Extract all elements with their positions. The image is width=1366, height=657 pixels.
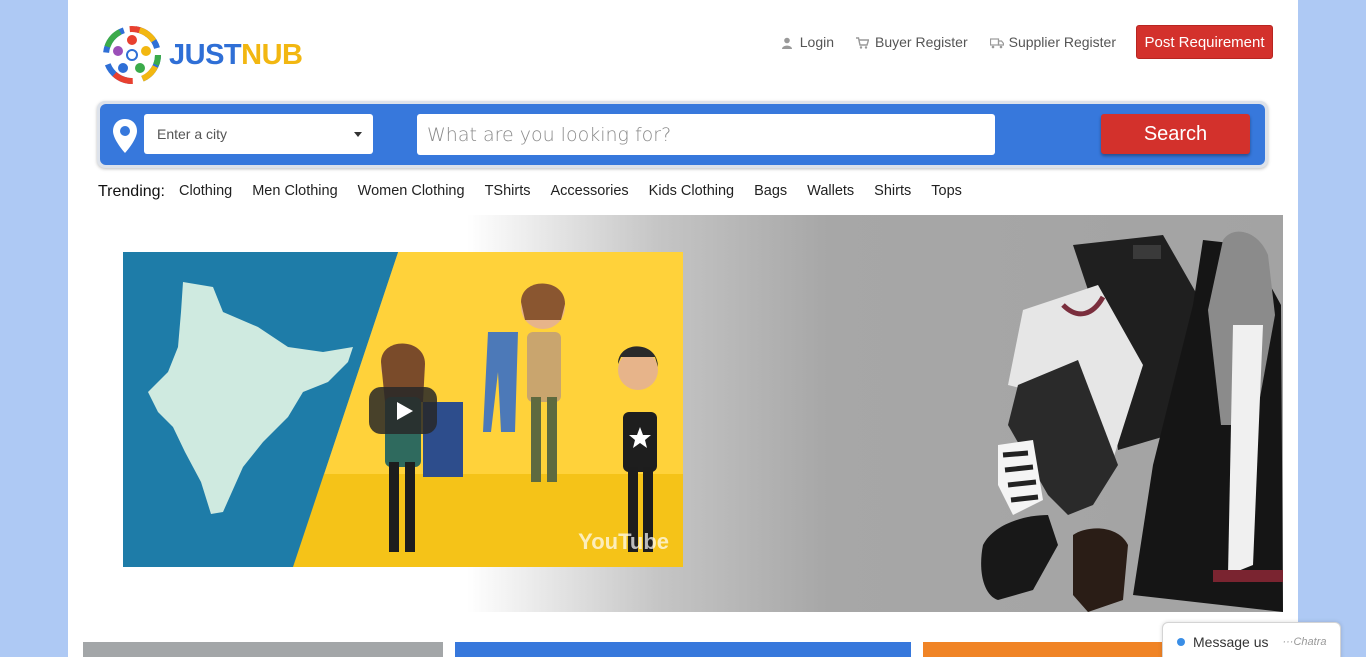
city-select-placeholder: Enter a city (157, 126, 228, 142)
login-label: Login (799, 34, 835, 50)
supplier-register-link[interactable]: Supplier Register (989, 34, 1116, 50)
search-bar: Enter a city What are you looking for? S… (100, 104, 1265, 165)
truck-icon (989, 36, 1004, 49)
youtube-watermark: YouTube (578, 529, 669, 554)
trending-bar: Trending: Clothing Men Clothing Women Cl… (98, 180, 982, 201)
chat-brand: ···Chatra (1282, 636, 1327, 648)
page-container: JUSTNUB Login Buyer Register Supplier Re… (68, 0, 1298, 657)
chat-label: Message us (1193, 634, 1269, 650)
logo-text-just: JUST (169, 38, 242, 71)
play-icon (397, 401, 413, 420)
buyer-register-link[interactable]: Buyer Register (856, 34, 968, 50)
header-links: Login Buyer Register Supplier Register (781, 34, 1116, 50)
category-card-blue[interactable] (455, 642, 911, 657)
supplier-register-label: Supplier Register (1008, 34, 1116, 50)
trending-item-bags[interactable]: Bags (754, 183, 787, 199)
chevron-down-icon (354, 132, 362, 137)
post-requirement-button[interactable]: Post Requirement (1136, 25, 1273, 59)
play-button[interactable] (369, 387, 437, 434)
trending-item-kids-clothing[interactable]: Kids Clothing (649, 183, 734, 199)
online-status-icon (1177, 638, 1185, 646)
logo-text-nub: NUB (241, 38, 303, 71)
trending-item-clothing[interactable]: Clothing (179, 183, 232, 199)
cart-icon (856, 36, 870, 49)
search-input-placeholder: What are you looking for? (427, 123, 672, 146)
city-select[interactable]: Enter a city (144, 114, 373, 154)
logo-icon (103, 26, 161, 84)
category-card-grey[interactable] (83, 642, 443, 657)
trending-item-shirts[interactable]: Shirts (874, 183, 911, 199)
buyer-register-label: Buyer Register (875, 34, 968, 50)
trending-item-women-clothing[interactable]: Women Clothing (358, 183, 465, 199)
trending-label: Trending: (98, 183, 165, 200)
trending-item-men-clothing[interactable]: Men Clothing (252, 183, 337, 199)
location-pin-icon (113, 119, 137, 153)
clothing-flatlay-image (981, 231, 1283, 612)
trending-item-wallets[interactable]: Wallets (807, 183, 854, 199)
search-container: Enter a city What are you looking for? S… (97, 101, 1268, 168)
hero-banner: YouTube (83, 215, 1283, 612)
search-button[interactable]: Search (1101, 114, 1250, 154)
video-player[interactable]: YouTube (123, 252, 683, 567)
chat-brand-name: Chatra (1293, 636, 1327, 648)
login-link[interactable]: Login (781, 34, 834, 50)
user-icon (781, 36, 793, 49)
trending-item-tops[interactable]: Tops (931, 183, 962, 199)
trending-item-accessories[interactable]: Accessories (551, 183, 629, 199)
search-input[interactable]: What are you looking for? (417, 114, 995, 155)
trending-item-tshirts[interactable]: TShirts (485, 183, 531, 199)
logo[interactable]: JUSTNUB (101, 24, 303, 86)
logo-text: JUSTNUB (169, 38, 303, 72)
chat-widget[interactable]: Message us ···Chatra (1162, 622, 1341, 657)
